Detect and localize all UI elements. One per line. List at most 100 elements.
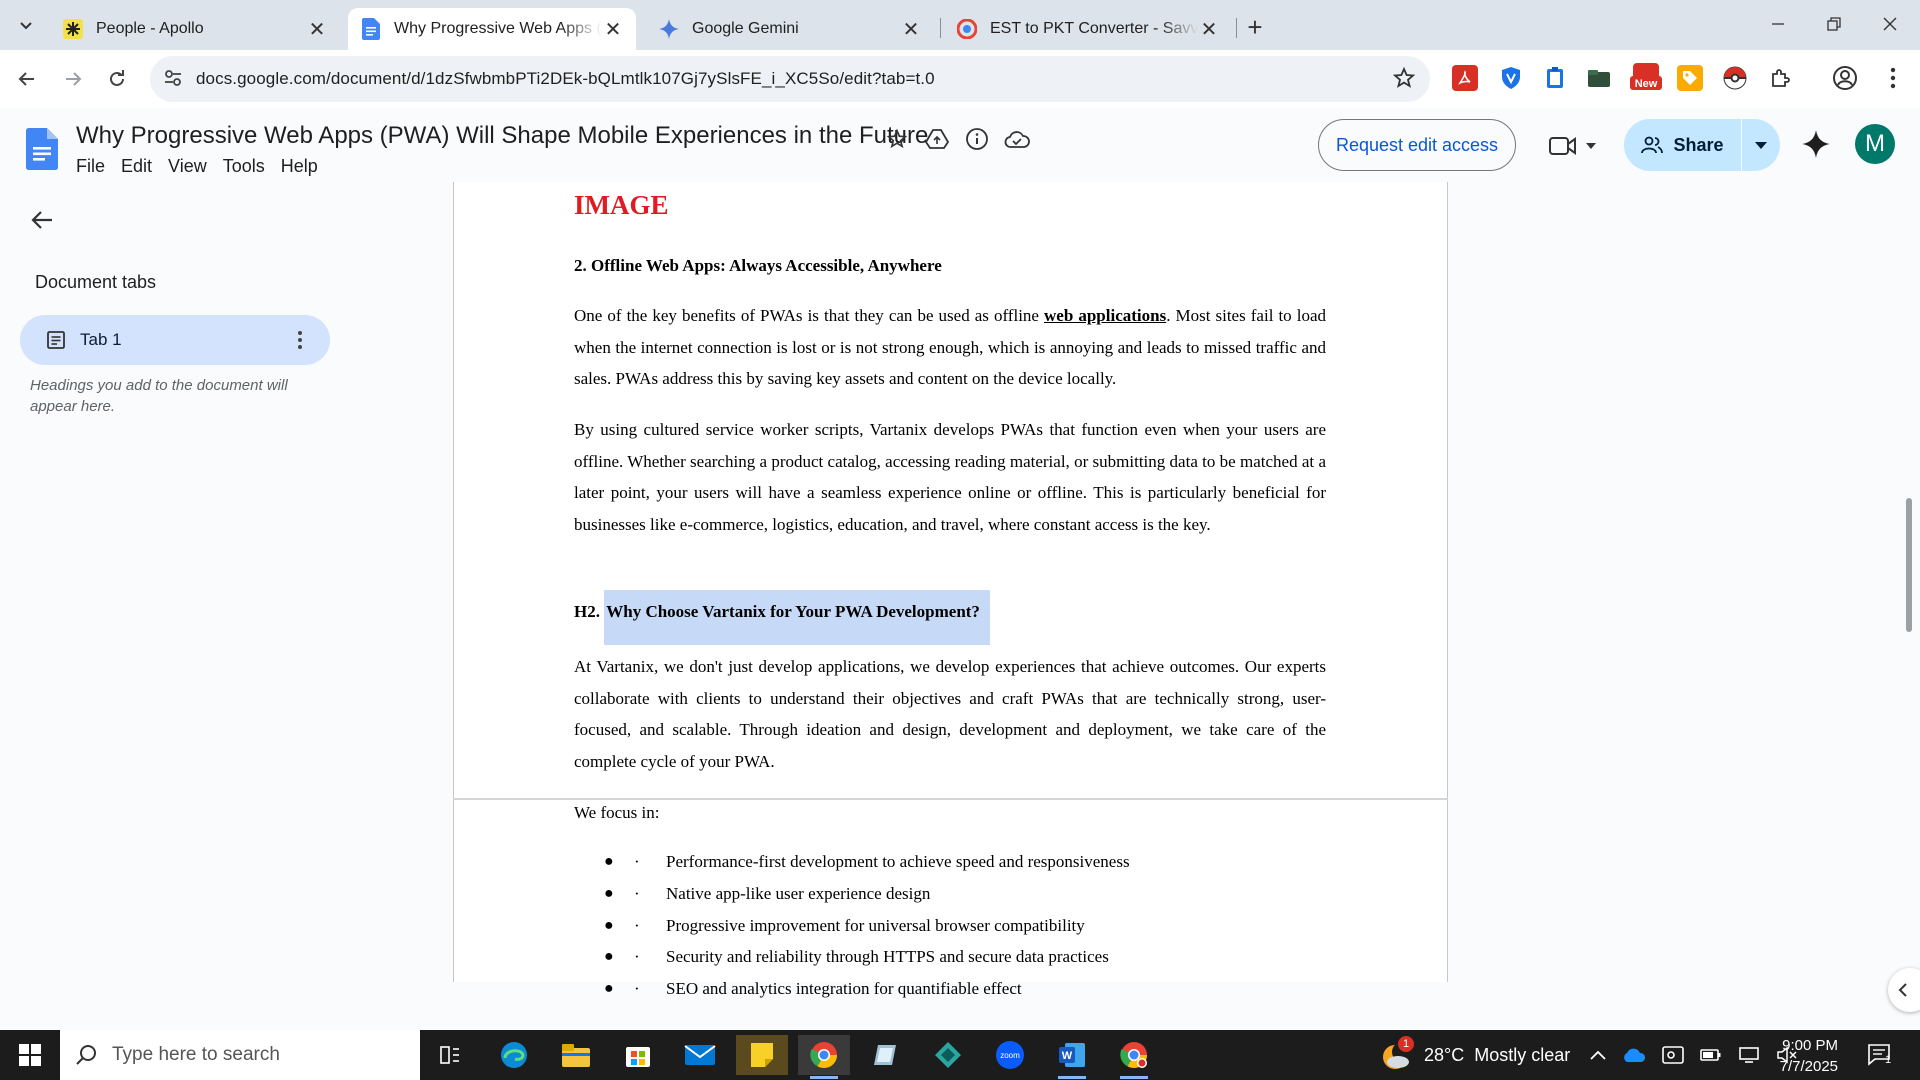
taskbar-mail[interactable] [674,1035,726,1075]
taskbar-clock[interactable]: 9:00 PM 7/7/2025 [1758,1035,1838,1077]
task-view-button[interactable] [424,1035,476,1075]
extensions-puzzle-icon[interactable] [1768,65,1794,91]
bullet-icon: ● [604,948,614,966]
cloud-saved-icon[interactable] [1004,126,1030,152]
document-details-icon[interactable] [964,126,990,152]
request-edit-access-button[interactable]: Request edit access [1318,119,1516,171]
bookmark-star-icon[interactable] [1392,66,1416,95]
taskbar-sticky-notes[interactable] [736,1035,788,1075]
tab-label: Tab 1 [80,330,122,349]
menu-edit[interactable]: Edit [121,156,164,177]
move-to-drive-icon[interactable] [924,126,950,152]
minimize-button[interactable] [1750,6,1806,42]
google-docs-logo-icon[interactable] [26,128,58,170]
image-placeholder-label: IMAGE [574,190,669,220]
search-icon [76,1045,96,1065]
close-outline-button[interactable] [26,204,58,236]
close-icon[interactable]: ✕ [602,18,624,41]
close-icon [1883,17,1897,31]
chevron-up-icon[interactable] [1590,1050,1606,1060]
start-button[interactable] [0,1030,60,1080]
menu-help[interactable]: Help [281,156,330,177]
list-item-text: SEO and analytics integration for quanti… [666,979,1022,999]
taskbar-app-3[interactable] [922,1035,974,1075]
menu-view[interactable]: View [168,156,219,177]
bullet-icon: ● [604,853,614,870]
taskbar-chrome[interactable] [798,1035,850,1079]
new-tab-button[interactable]: + [1240,12,1270,42]
tab-apollo[interactable]: People - Apollo ✕ [50,8,340,50]
tab-search-button[interactable] [8,8,44,42]
menu-file[interactable]: File [76,156,117,177]
title-actions [884,126,1030,152]
pdf-extension-icon[interactable] [1452,65,1478,91]
taskbar-app-2[interactable] [860,1035,912,1075]
arrow-left-icon [31,211,52,229]
gemini-icon [658,18,680,40]
tab-google-docs[interactable]: Why Progressive Web Apps (PW ✕ [348,8,636,50]
document-tab-1[interactable]: Tab 1 [20,315,330,365]
close-window-button[interactable] [1862,6,1918,42]
savvy-time-icon [956,18,978,40]
meet-now-icon[interactable] [1662,1045,1684,1065]
tab-gemini[interactable]: Google Gemini ✕ [646,8,934,50]
new-extension-icon[interactable]: New [1630,62,1662,92]
site-info-icon[interactable] [162,67,184,94]
browser-menu-icon[interactable] [1880,65,1906,91]
profile-icon[interactable] [1832,65,1858,91]
weather-widget[interactable]: 1 28°C Mostly clear [1380,1030,1570,1080]
folder-icon [562,1044,590,1067]
taskbar-search-box[interactable]: Type here to search [60,1030,420,1080]
notebook-app-icon [874,1045,896,1065]
address-bar[interactable]: docs.google.com/document/d/1dzSfwbmbPTi2… [150,56,1430,102]
shield-extension-icon[interactable] [1498,65,1524,91]
folder-extension-icon[interactable] [1586,65,1612,91]
tag-extension-icon[interactable] [1677,65,1703,91]
back-button[interactable] [10,62,44,96]
close-icon[interactable]: ✕ [1198,18,1220,41]
onedrive-icon[interactable] [1622,1047,1646,1063]
menu-tools[interactable]: Tools [223,156,277,177]
taskbar-zoom[interactable]: zoom [984,1035,1036,1075]
notification-count: 1 [1885,1054,1892,1066]
close-icon[interactable]: ✕ [900,18,922,41]
more-options-icon[interactable] [296,328,304,352]
document-title[interactable]: Why Progressive Web Apps (PWA) Will Shap… [76,122,928,150]
tab-separator [940,18,941,38]
list-item-text: Performance-first development to achieve… [666,852,1130,871]
taskbar-word[interactable]: W [1046,1035,1098,1079]
forward-button[interactable] [56,62,90,96]
star-icon[interactable] [884,126,910,152]
side-panel-toggle-button[interactable] [1888,968,1920,1012]
web-applications-link[interactable]: web applications [1044,306,1166,325]
tab-savvy-time[interactable]: EST to PKT Converter - Savvy Ti ✕ [944,8,1232,50]
document-tabs-heading: Document tabs [35,272,157,292]
share-dropdown-button[interactable] [1742,119,1780,171]
battery-icon[interactable] [1700,1048,1722,1062]
restore-button[interactable] [1806,6,1862,42]
vertical-scrollbar[interactable] [1906,498,1912,632]
gemini-button[interactable] [1798,126,1834,162]
meet-button[interactable] [1540,126,1604,166]
list-item: ● · SEO and analytics integration for quan… [604,973,1130,1005]
caret-down-icon [1586,143,1596,149]
close-icon[interactable]: ✕ [306,18,328,41]
share-label: Share [1673,134,1724,155]
network-icon[interactable] [1738,1046,1760,1064]
caret-down-icon [1755,141,1767,149]
pokeball-extension-icon[interactable] [1722,65,1748,91]
taskbar-store[interactable] [612,1035,664,1075]
clock-date: 7/7/2025 [1779,1058,1838,1075]
share-button[interactable]: Share [1624,119,1742,171]
clipboard-extension-icon[interactable] [1542,65,1568,91]
notification-center-button[interactable]: 1 [1865,1040,1895,1070]
reload-button[interactable] [100,62,134,96]
account-avatar[interactable]: M [1855,124,1895,164]
taskbar-edge[interactable] [488,1035,540,1075]
taskbar-file-explorer[interactable] [550,1035,602,1075]
weather-temp: 28°C [1424,1044,1465,1065]
tab-title: Google Gemini [692,20,799,37]
bullet-icon: ● [604,916,614,934]
tab-title: EST to PKT Converter - Savvy Ti [990,20,1198,37]
taskbar-chrome-profile[interactable] [1108,1035,1160,1079]
